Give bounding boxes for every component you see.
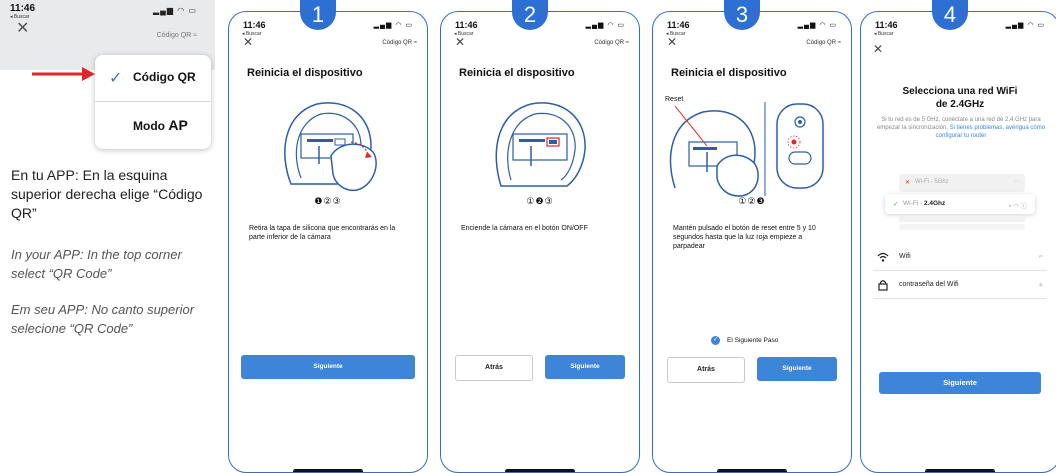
status-icons: ▂▄▆ ◠ ▭ bbox=[797, 22, 837, 29]
next-button[interactable]: Siguiente bbox=[879, 372, 1041, 394]
status-time: 11:46 bbox=[875, 20, 898, 30]
status-time: 11:46 bbox=[10, 3, 36, 14]
instruction-spanish: En tu APP: En la esquina superior derech… bbox=[11, 167, 203, 221]
instruction-english: In your APP: In the top corner select “Q… bbox=[11, 247, 182, 281]
qr-code-toggle[interactable]: Código QR ≈ bbox=[594, 40, 629, 46]
phone-screen-step-2: 11:46 ◂ Buscar ✕ ▂▄▆ ◠ ▭ Código QR ≈ Rei… bbox=[440, 11, 640, 473]
next-button[interactable]: Siguiente bbox=[757, 357, 837, 381]
step-indicator: ①❷③ bbox=[526, 196, 554, 206]
network-prefix: Wi-Fi - bbox=[903, 200, 924, 207]
phone-screen-step-4: 11:46 ◂ Buscar ▂▄▆ ◠ ▭ ✕ Selecciona una … bbox=[860, 11, 1056, 473]
menu-item-label: Modo AP bbox=[133, 117, 188, 133]
menu-item-label: Código QR bbox=[133, 70, 196, 84]
camera-power-button-illustration bbox=[495, 102, 586, 187]
camera-remove-cover-illustration bbox=[284, 102, 377, 192]
checkbox-label: El Siguiente Paso bbox=[727, 337, 779, 344]
wifi-field-label: Wifi bbox=[899, 253, 911, 260]
close-icon[interactable]: ✕ bbox=[243, 35, 253, 49]
placeholder-row bbox=[899, 216, 1025, 222]
qr-code-toggle[interactable]: Código QR ≈ bbox=[157, 32, 197, 39]
back-button[interactable]: Atrás bbox=[455, 355, 533, 381]
home-indicator bbox=[925, 469, 995, 472]
close-icon[interactable]: ✕ bbox=[667, 35, 677, 49]
network-name: Wi-Fi - 5Ghz bbox=[915, 179, 949, 185]
swap-icon[interactable]: ⇄ bbox=[1039, 254, 1043, 260]
page-title: Selecciona una red WiFi de 2.4GHz bbox=[861, 85, 1056, 111]
step-indicator: ①②❸ bbox=[738, 196, 766, 206]
home-indicator bbox=[293, 469, 363, 472]
close-icon[interactable]: ✕ bbox=[16, 21, 29, 37]
network-name: Wi-Fi - 2.4Ghz bbox=[903, 200, 945, 207]
status-icons: ▂▄▆ ◠ ▭ bbox=[585, 22, 625, 29]
menu-item-qr-code[interactable]: ✓ Código QR bbox=[95, 55, 211, 102]
close-icon[interactable]: ✕ bbox=[873, 42, 883, 56]
password-field[interactable]: contraseña del Wifi ◉ bbox=[873, 274, 1047, 299]
status-time: 11:46 bbox=[243, 20, 266, 30]
next-button[interactable]: Siguiente bbox=[241, 355, 415, 379]
status-icons: ▂▄▆ ◠ ▭ bbox=[1005, 22, 1045, 29]
instruction-text: Mantén pulsado el botón de reset entre 5… bbox=[673, 225, 816, 250]
camera-reset-illustration bbox=[669, 102, 824, 197]
checkmark-icon: ✓ bbox=[893, 201, 899, 208]
wifi-field[interactable]: Wifi ⇄ bbox=[873, 246, 1047, 271]
lock-icon bbox=[878, 280, 888, 291]
menu-item-ap-mode[interactable]: Modo AP bbox=[95, 102, 211, 148]
password-field-label: contraseña del Wifi bbox=[899, 281, 959, 288]
status-time: 11:46 bbox=[667, 20, 690, 30]
menu-item-bold: AP bbox=[168, 117, 188, 133]
instruction-text: Retira la tapa de silicona que encontrar… bbox=[249, 225, 396, 241]
status-icons: ▂▄▆ ◠ ▭ bbox=[153, 6, 197, 15]
network-5ghz-row: ✕ Wi-Fi - 5Ghz ◠ bbox=[899, 174, 1025, 192]
title-line-2: de 2.4GHz bbox=[935, 99, 985, 110]
lock-wifi-info-icons: ▪ ◠ ⓘ bbox=[1008, 203, 1027, 210]
title-line-1: Selecciona una red WiFi bbox=[902, 86, 1018, 97]
home-indicator bbox=[505, 469, 575, 472]
checkmark-icon: ✓ bbox=[109, 70, 123, 87]
router-help-link[interactable]: Si tienes problemas, averigua cómo confi… bbox=[936, 125, 1045, 139]
menu-item-prefix: Modo bbox=[133, 119, 169, 133]
back-link[interactable]: ◂ Buscar bbox=[874, 31, 893, 37]
eye-icon[interactable]: ◉ bbox=[1039, 282, 1043, 288]
phone-screen-step-1: 11:46 ◂ Buscar ✕ ▂▄▆ ◠ ▭ Código QR ≈ Rei… bbox=[228, 11, 428, 473]
wifi-icon bbox=[877, 252, 889, 262]
home-indicator bbox=[717, 469, 787, 472]
close-icon[interactable]: ✕ bbox=[455, 35, 465, 49]
phone-screen-step-3: 11:46 ◂ Buscar ✕ ▂▄▆ ◠ ▭ Código QR ≈ Rei… bbox=[652, 11, 852, 473]
placeholder-row bbox=[899, 224, 1025, 230]
page-title: Reinicia el dispositivo bbox=[671, 67, 787, 79]
page-title: Reinicia el dispositivo bbox=[247, 67, 363, 79]
network-bold: 2.4Ghz bbox=[923, 200, 946, 207]
status-icons: ▂▄▆ ◠ ▭ bbox=[373, 22, 413, 29]
wifi-icon: ◠ bbox=[1013, 180, 1019, 186]
network-example: ✕ Wi-Fi - 5Ghz ◠ ✓ Wi-Fi - 2.4Ghz ▪ ◠ ⓘ bbox=[885, 174, 1035, 230]
qr-code-toggle[interactable]: Código QR ≈ bbox=[382, 40, 417, 46]
back-button[interactable]: Atrás bbox=[667, 357, 745, 383]
red-arrow-icon bbox=[32, 67, 95, 81]
step-indicator: ❶②③ bbox=[314, 196, 342, 206]
qr-code-toggle[interactable]: Código QR ≈ bbox=[806, 40, 841, 46]
next-button[interactable]: Siguiente bbox=[545, 355, 625, 379]
checkbox-checked-icon[interactable]: ✓ bbox=[711, 336, 720, 345]
network-24ghz-row: ✓ Wi-Fi - 2.4Ghz ▪ ◠ ⓘ bbox=[885, 194, 1035, 214]
mode-dropdown-menu: ✓ Código QR Modo AP bbox=[95, 55, 211, 149]
instruction-portuguese: Em seu APP: No canto superior selecione … bbox=[11, 302, 195, 336]
status-time: 11:46 bbox=[455, 20, 478, 30]
instruction-text: Enciende la cámara en el botón ON/OFF bbox=[461, 225, 588, 232]
wifi-note: Si tu red es de 5 GHz, conéctate a una r… bbox=[873, 116, 1049, 140]
page-title: Reinicia el dispositivo bbox=[459, 67, 575, 79]
x-mark-icon: ✕ bbox=[905, 180, 911, 186]
